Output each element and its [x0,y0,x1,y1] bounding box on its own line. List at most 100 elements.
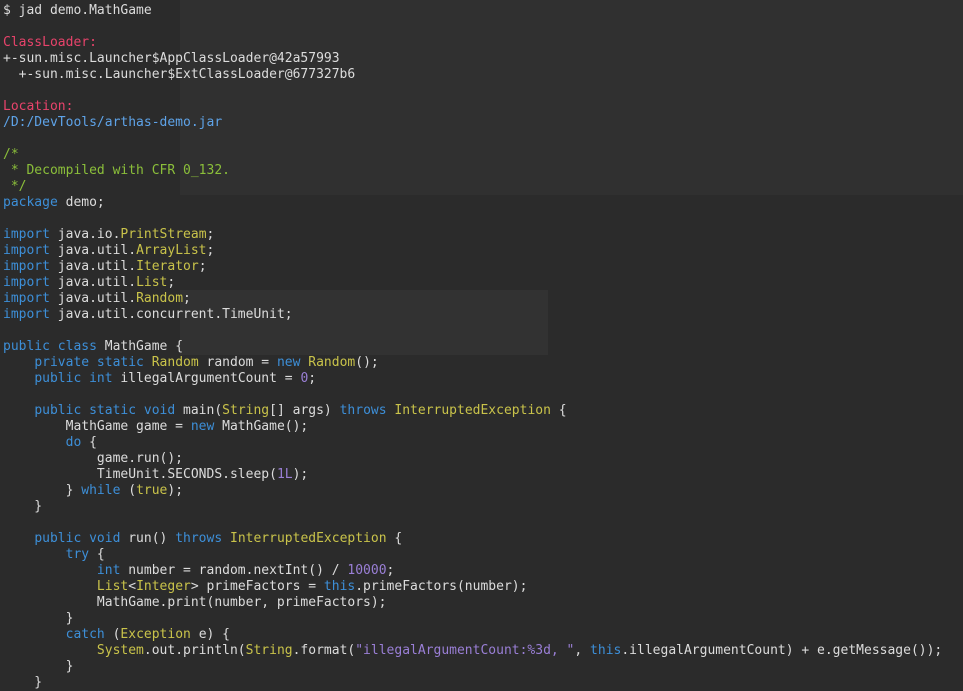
terminal-line: } [3,675,942,691]
code-token: demo; [57,195,105,210]
terminal-line: try { [3,547,942,563]
code-token: number = random.nextInt() / [120,563,348,578]
code-token: ; [183,291,191,306]
terminal-line: MathGame.print(number, primeFactors); [3,595,942,611]
code-token: } [3,659,74,674]
code-token: , [574,643,591,658]
terminal-line: } [3,659,942,675]
code-token: "illegalArgumentCount:%3d, " [355,643,575,658]
code-token: /D:/DevTools/arthas-demo.jar [3,115,223,130]
code-token: Iterator [136,259,199,274]
code-token: import [3,307,50,322]
terminal-line: +-sun.misc.Launcher$AppClassLoader@42a57… [3,51,942,67]
code-token: MathGame.print(number, primeFactors); [3,595,387,610]
code-token: java.util. [49,259,137,274]
terminal-line: ClassLoader: [3,35,942,51]
code-token: */ [3,179,27,194]
code-token: do [65,435,82,450]
code-token: this [590,643,622,658]
code-token: MathGame(); [214,419,309,434]
code-token: run() [120,531,176,546]
code-token: Location: [3,99,74,114]
code-token: +-sun.misc.Launcher$ExtClassLoader@67732… [3,67,356,82]
code-token: this [323,579,356,594]
code-token: import [3,243,50,258]
code-token: * Decompiled with CFR 0_132. [3,163,230,178]
terminal-line: $ jad demo.MathGame [3,3,942,19]
terminal-line: /* [3,147,942,163]
code-token: ( [104,627,121,642]
code-token: Random [308,355,356,370]
code-token: TimeUnit.SECONDS.sleep( [3,467,277,482]
code-token: true [136,483,168,498]
terminal-line: int number = random.nextInt() / 10000; [3,563,942,579]
code-token: $ jad demo.MathGame [3,3,152,18]
code-token: .out.println( [143,643,246,658]
terminal-line: import java.util.Iterator; [3,259,942,275]
code-token: 10000 [347,563,387,578]
code-token: ; [206,243,215,258]
terminal-line: } [3,499,942,515]
code-token: < [128,579,137,594]
terminal-line: import java.util.ArrayList; [3,243,942,259]
code-token: > primeFactors = [190,579,324,594]
code-token: List [96,579,129,594]
code-token: import [3,291,50,306]
code-token: java.util.concurrent.TimeUnit; [49,307,293,322]
code-token: { [386,531,403,546]
terminal-window[interactable]: $ jad demo.MathGame ClassLoader: +-sun.mi… [0,0,963,691]
terminal-line: } [3,611,942,627]
terminal-line: System.out.println(String.format("illega… [3,643,942,659]
terminal-line: TimeUnit.SECONDS.sleep(1L); [3,467,942,483]
code-token: ; [206,227,215,242]
terminal-output: $ jad demo.MathGame ClassLoader: +-sun.mi… [3,3,942,691]
code-token: Exception [120,627,191,642]
terminal-line: Location: [3,99,942,115]
terminal-line: package demo; [3,195,942,211]
code-token: 1L [276,467,293,482]
code-token: PrintStream [120,227,207,242]
code-token: java.io. [49,227,121,242]
terminal-line: * Decompiled with CFR 0_132. [3,163,942,179]
terminal-line: } while (true); [3,483,942,499]
terminal-line: MathGame game = new MathGame(); [3,419,942,435]
code-token: /* [3,147,19,162]
code-token: new [276,355,301,370]
code-token: e) { [190,627,231,642]
code-token: String [222,403,270,418]
code-token: public static void [34,403,176,418]
code-token: import [3,227,50,242]
code-token: MathGame game = [3,419,191,434]
code-token: InterruptedException [394,403,551,418]
code-token: java.util. [49,243,137,258]
code-token: (); [355,355,379,370]
code-token: package [3,195,58,210]
code-token: public void [34,531,121,546]
code-token: java.util. [49,275,137,290]
code-token: throws [339,403,387,418]
terminal-line: List<Integer> primeFactors = this.primeF… [3,579,942,595]
code-token: Random [151,355,199,370]
terminal-line: */ [3,179,942,195]
code-token: random = [198,355,277,370]
code-token: Integer [136,579,191,594]
terminal-line: private static Random random = new Rando… [3,355,942,371]
code-token: } [3,483,82,498]
code-token: main( [175,403,223,418]
